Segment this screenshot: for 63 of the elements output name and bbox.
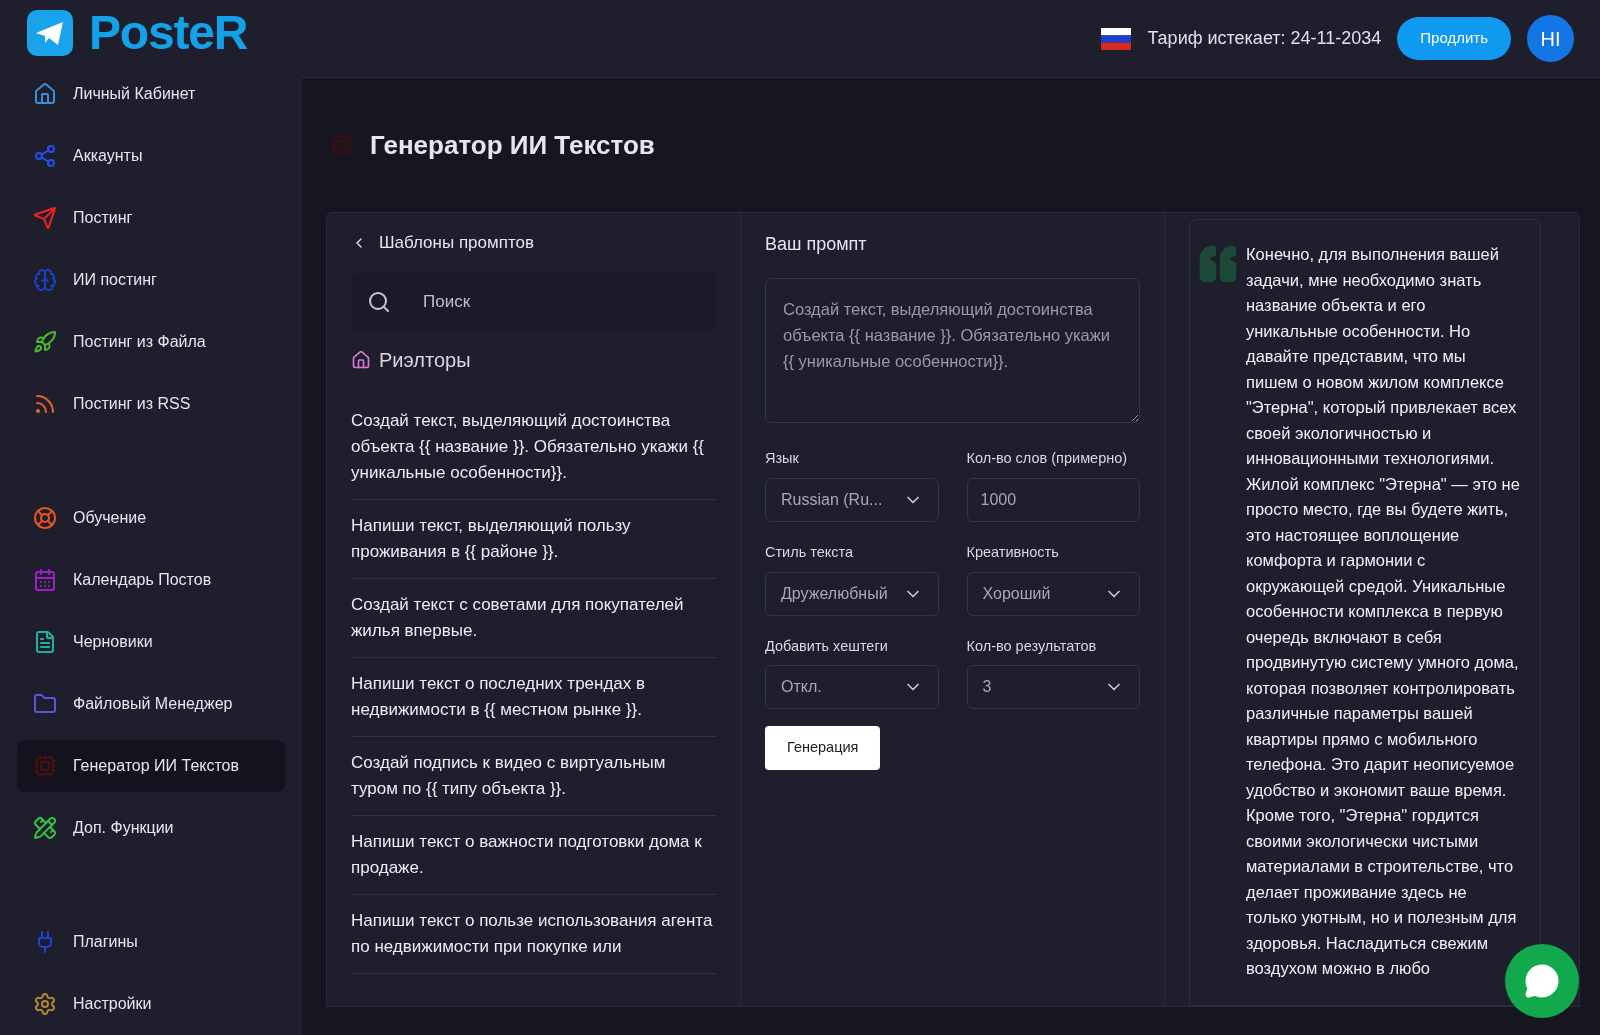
- field-label: Добавить хештеги: [765, 636, 889, 656]
- russian-flag-icon: [1101, 27, 1132, 50]
- field-label: Кол-во слов (примерно): [966, 449, 1129, 468]
- sidebar-item[interactable]: Постинг: [17, 192, 285, 244]
- prompt-field[interactable]: Создай текст, выделяющий достоинства объекта {{ название }}. Обязательно укажи {{ уникальные особенности}}.: [765, 278, 1140, 423]
- template-item[interactable]: Напиши текст о последних трендах в недвижимости в {{ местном рынке }}.: [351, 658, 716, 737]
- category-title: Риэлторы: [379, 348, 471, 373]
- template-item[interactable]: Напиши текст, выделяющий пользу проживания в {{ районе }}.: [351, 500, 716, 579]
- rocket-icon: [33, 330, 57, 354]
- input-field[interactable]: 1000: [966, 477, 1140, 522]
- sidebar-item[interactable]: Постинг из RSS: [17, 378, 285, 430]
- field-label: Кол-во результатов: [966, 636, 1098, 656]
- select-field[interactable]: Хороший: [966, 571, 1140, 616]
- brain-icon: [33, 268, 57, 292]
- sidebar-item[interactable]: ИИ постинг: [17, 254, 285, 306]
- prompt-title: Ваш промпт: [765, 233, 868, 256]
- field-label: Креативность: [966, 542, 1060, 562]
- avatar[interactable]: HI: [1527, 15, 1574, 62]
- lifebuoy-icon: [33, 506, 57, 530]
- sidebar-item[interactable]: Личный Кабинет: [17, 68, 285, 120]
- sidebar-item[interactable]: Аккаунты: [17, 130, 285, 182]
- template-item[interactable]: Создай текст с советами для покупателей жилья впервые.: [351, 579, 716, 658]
- select-field[interactable]: 3: [966, 665, 1140, 710]
- rss-icon: [33, 392, 57, 416]
- field-label: Язык: [765, 449, 800, 468]
- tariff-text: Тариф истекает: 24-11-2034: [1147, 27, 1382, 50]
- page-title: Генератор ИИ Текстов: [370, 128, 655, 162]
- gear-icon: [33, 992, 57, 1016]
- sidebar-item[interactable]: Настройки: [17, 978, 285, 1030]
- home-icon: [33, 82, 57, 106]
- template-item[interactable]: Напиши текст о важности подготовки дома к продаже.: [351, 816, 716, 895]
- sidebar-item[interactable]: Генератор ИИ Текстов: [17, 740, 285, 792]
- search-field[interactable]: Поиск: [351, 273, 716, 331]
- sidebar-item[interactable]: Плагины: [17, 916, 285, 968]
- logo-text: PosteR: [89, 8, 248, 57]
- field-label: Стиль текста: [765, 542, 855, 562]
- chip-icon: [330, 133, 354, 157]
- house-icon: [351, 350, 371, 370]
- chat-icon: [1524, 963, 1560, 999]
- sidebar-item[interactable]: Обучение: [17, 492, 285, 544]
- templates-title: Шаблоны промптов: [379, 232, 534, 255]
- template-item[interactable]: Создай подпись к видео с виртуальным туром по {{ типу объекта }}.: [351, 737, 716, 816]
- generate-button[interactable]: Генерация: [765, 726, 881, 771]
- select-field[interactable]: Откл.: [765, 665, 939, 710]
- calendar-icon: [33, 568, 57, 592]
- sidebar-item[interactable]: Черновики: [17, 616, 285, 668]
- result-text: Конечно, для выполнения вашей задачи, мне необходимо знать название объекта и его уникальные особенности. Но давайте представим, что мы пишем о новом жилом комплексе "Этерна", который привлекает всех своей экологичностью и инновационными технологиями. Жилой комплекс "Этерна" — это не просто место, где вы будете жить, это настоящее воплощение комфорта и гармонии с окружающей средой. Уникальные особенности комплекса в первую очередь включают в себя продвинутую систему умного дома, которая позволяет контролировать различные параметры вашей квартиры прямо с мобильного телефона. Это дарит неописуемое удобство и экономит ваше время. Кроме того, "Этерна" гордится своими экологически чистыми материалами в строительстве, что делает проживание здесь не только уютным, но и полезным для здоровья. Насладиться свежим воздухом можно в любо: [1246, 244, 1520, 979]
- select-field[interactable]: Дружелюбный: [765, 571, 939, 616]
- search-icon: [367, 290, 391, 314]
- sidebar-item[interactable]: Доп. Функции: [17, 802, 285, 854]
- sidebar-item[interactable]: Файловый Менеджер: [17, 678, 285, 730]
- template-item[interactable]: Создай текст, выделяющий достоинства объекта {{ название }}. Обязательно укажи {{ уникальные особенности}}.: [351, 395, 716, 500]
- sidebar-item[interactable]: Календарь Постов: [17, 554, 285, 606]
- folder-icon: [33, 692, 57, 716]
- chip-icon: [33, 754, 57, 778]
- document-icon: [33, 630, 57, 654]
- sidebar-item[interactable]: Постинг из Файла: [17, 316, 285, 368]
- paper-plane-icon: [33, 206, 57, 230]
- select-field[interactable]: Russian (Ru...: [765, 477, 939, 522]
- logo-icon: [27, 9, 73, 56]
- template-item[interactable]: Напиши текст о пользе использования агента по недвижимости при покупке или: [351, 895, 716, 974]
- share-icon: [33, 144, 57, 168]
- pencil-ruler-icon: [33, 816, 57, 840]
